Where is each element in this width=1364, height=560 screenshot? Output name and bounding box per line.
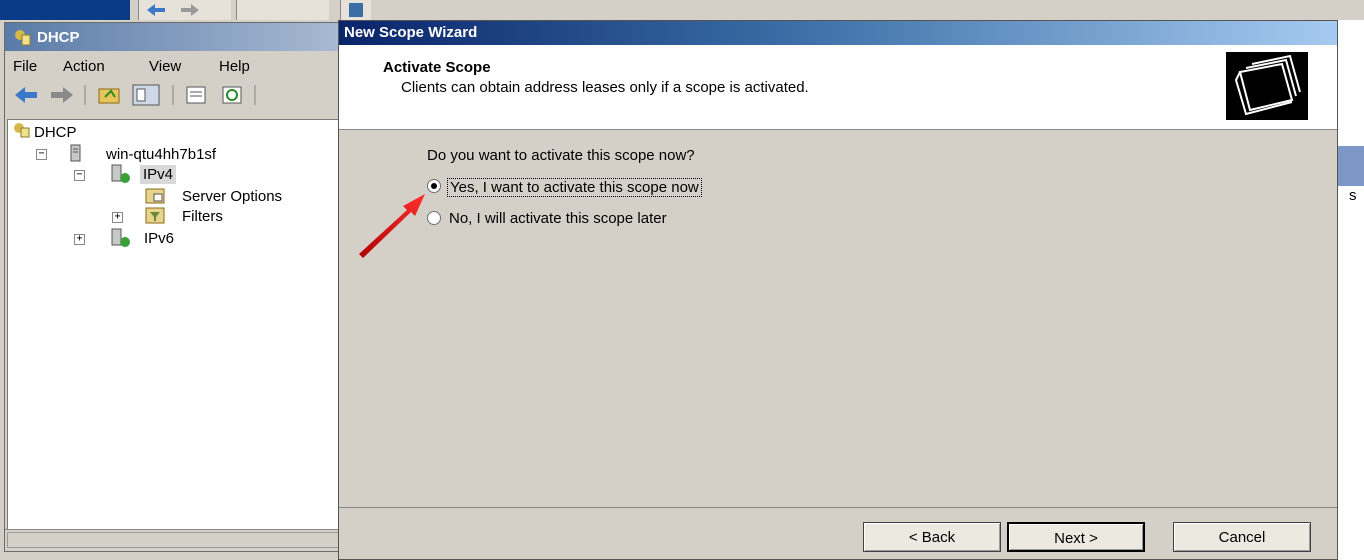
expand-ipv6-icon[interactable]: + (74, 234, 85, 245)
expand-filters-icon[interactable]: + (112, 212, 123, 223)
background-toolbar (0, 0, 1364, 20)
wizard-folders-icon (1226, 52, 1308, 120)
refresh-icon[interactable] (222, 86, 242, 104)
server-options-icon (145, 188, 165, 204)
back-button[interactable]: < Back (863, 522, 1001, 552)
nav-buttons-group (138, 0, 231, 20)
back-icon[interactable] (15, 87, 37, 103)
tree-label-ipv4: IPv4 (140, 165, 177, 184)
dhcp-title-bar: DHCP (5, 23, 345, 51)
collapse-ipv4-icon[interactable]: − (74, 170, 85, 181)
next-button[interactable]: Next > (1007, 522, 1145, 552)
back-forward-icon (147, 4, 199, 16)
dhcp-tree-view[interactable]: DHCP − win-qtu4hh7b1sf − IPv4 Server Opt… (7, 119, 341, 545)
tree-label-server: win-qtu4hh7b1sf (106, 146, 217, 163)
radio-activate-now-label[interactable]: Yes, I want to activate this scope now (447, 178, 702, 197)
server-icon (70, 144, 81, 162)
toolbar-group (236, 0, 329, 20)
help-icon (340, 0, 371, 20)
wizard-title-bar: New Scope Wizard (339, 21, 1337, 45)
cancel-button[interactable]: Cancel (1173, 522, 1311, 552)
filters-icon (145, 207, 165, 224)
background-fragment-text: s (1349, 187, 1357, 204)
menu-action[interactable]: Action (63, 58, 105, 75)
dhcp-title: DHCP (37, 29, 80, 46)
wizard-button-bar: < Back Next > Cancel (339, 507, 1337, 558)
menu-help[interactable]: Help (219, 58, 250, 75)
dhcp-toolbar (9, 81, 339, 109)
wizard-title: New Scope Wizard (344, 24, 478, 41)
background-window-fragment: s (1337, 20, 1364, 560)
dhcp-app-icon (13, 28, 31, 46)
wizard-header: Activate Scope Clients can obtain addres… (339, 45, 1337, 130)
background-window-edge (0, 0, 130, 20)
collapse-server-icon[interactable]: − (36, 149, 47, 160)
menu-view[interactable]: View (149, 58, 181, 75)
activate-question: Do you want to activate this scope now? (427, 147, 695, 164)
ipv4-icon (111, 164, 130, 183)
wizard-page-title: Activate Scope (383, 59, 491, 76)
wizard-page-subtitle: Clients can obtain address leases only i… (401, 79, 809, 96)
tree-label-filters: Filters (182, 208, 223, 225)
up-folder-icon[interactable] (98, 88, 120, 104)
ipv6-icon (111, 228, 130, 247)
background-header-band (1337, 146, 1364, 186)
tree-label-ipv6: IPv6 (144, 230, 175, 247)
dhcp-console-window: DHCP File Action View Help DHCP − win-qt… (4, 22, 346, 552)
new-scope-wizard-dialog: New Scope Wizard Activate Scope Clients … (338, 20, 1338, 560)
forward-icon[interactable] (51, 87, 73, 103)
dhcp-root-icon (14, 123, 30, 138)
dhcp-status-bar (5, 529, 343, 550)
show-hide-tree-icon[interactable] (132, 84, 160, 106)
properties-icon[interactable] (186, 86, 206, 104)
annotation-arrow-icon (359, 194, 425, 258)
menu-file[interactable]: File (13, 58, 37, 75)
radio-activate-later-label[interactable]: No, I will activate this scope later (447, 210, 669, 227)
tree-label-server-options: Server Options (182, 188, 283, 205)
tree-label-dhcp: DHCP (34, 124, 77, 141)
dhcp-menu-bar: File Action View Help (5, 53, 345, 77)
